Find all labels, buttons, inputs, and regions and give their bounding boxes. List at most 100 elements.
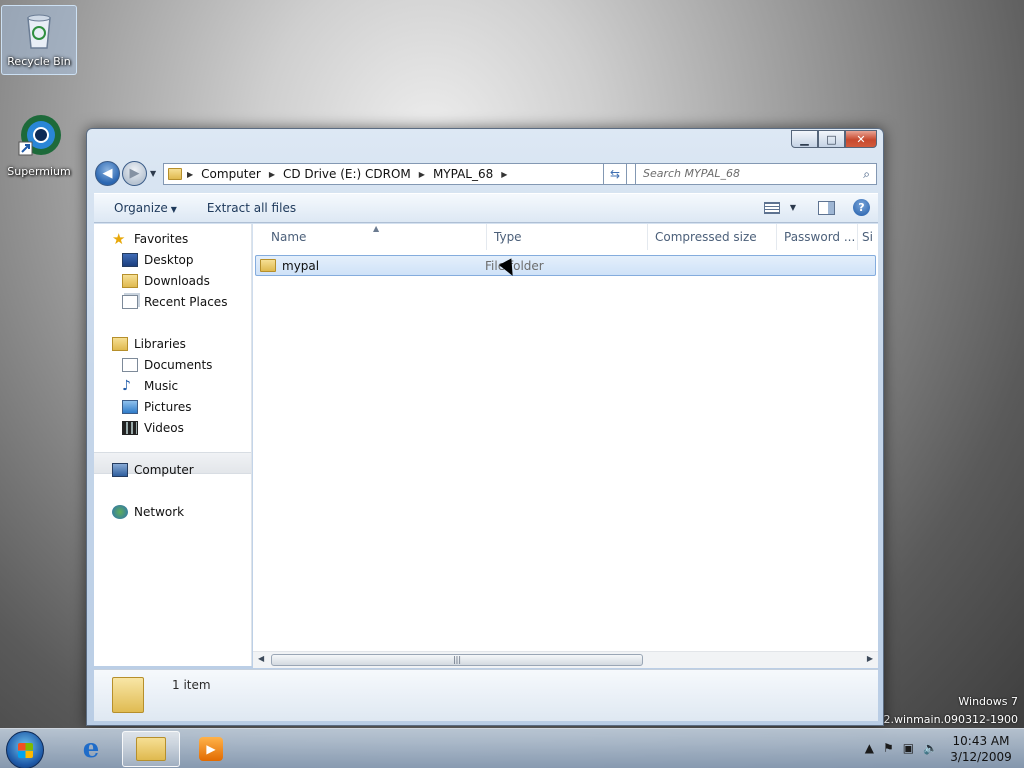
supermium-browser-icon	[18, 115, 61, 156]
action-center-flag-icon[interactable]: ⚑	[883, 741, 894, 755]
nav-network[interactable]: Network	[112, 505, 184, 519]
desktop-icon	[122, 253, 138, 267]
recycle-bin-icon	[27, 14, 51, 49]
nav-label: Downloads	[144, 274, 210, 288]
windows-logo-icon	[18, 743, 33, 758]
maximize-button[interactable]: □	[818, 130, 845, 148]
downloads-icon	[122, 274, 138, 288]
scroll-left-icon[interactable]: ◀	[258, 654, 264, 663]
breadcrumb-cd-drive[interactable]: CD Drive (E:) CDROM ▶	[283, 167, 433, 181]
nav-label: Music	[144, 379, 179, 393]
organize-button[interactable]: Organize ▼	[106, 201, 185, 215]
address-folder-icon	[168, 168, 182, 180]
close-button[interactable]: ✕	[845, 130, 877, 148]
command-bar-right: ▼ ?	[763, 199, 870, 216]
nav-downloads[interactable]: Downloads	[122, 274, 210, 288]
column-label: Compressed size	[655, 230, 757, 244]
start-button[interactable]	[6, 731, 44, 768]
taskbar-clock[interactable]: 10:43 AM 3/12/2009	[942, 733, 1020, 765]
media-player-icon: ▶	[199, 737, 223, 761]
back-arrow-icon: ◀	[102, 166, 113, 181]
extract-all-files-button[interactable]: Extract all files	[199, 201, 304, 215]
column-header-type[interactable]: Type	[488, 224, 648, 250]
extract-label: Extract all files	[206, 201, 297, 215]
file-row-mypal[interactable]: mypal File folder	[255, 255, 876, 276]
nav-videos[interactable]: Videos	[122, 421, 184, 435]
horizontal-scrollbar[interactable]: ◀ ||| ▶	[253, 651, 878, 668]
file-list: Name ▲ Type Compressed size Password ...…	[253, 224, 878, 666]
nav-computer[interactable]: Computer	[112, 463, 194, 477]
nav-label: Recent Places	[144, 295, 228, 309]
column-header-compressed-size[interactable]: Compressed size	[649, 224, 777, 250]
search-icon[interactable]: ⌕	[863, 167, 870, 182]
nav-recent-places[interactable]: Recent Places	[122, 295, 227, 309]
chevron-right-icon[interactable]: ▶	[501, 170, 507, 179]
refresh-icon: ⇆	[609, 167, 621, 181]
windows-watermark-title: Windows 7	[958, 695, 1018, 708]
breadcrumb-label: CD Drive (E:) CDROM	[282, 167, 411, 181]
recent-places-icon	[122, 295, 138, 309]
nav-music[interactable]: ♪ Music	[122, 379, 178, 393]
breadcrumb-computer[interactable]: Computer ▶	[201, 167, 283, 181]
scrollbar-thumb[interactable]: |||	[271, 654, 643, 666]
nav-label: Libraries	[134, 337, 186, 351]
nav-pictures[interactable]: Pictures	[122, 400, 192, 414]
nav-libraries[interactable]: Libraries	[112, 337, 186, 351]
forward-button[interactable]: ▶	[122, 161, 147, 186]
refresh-button[interactable]: ⇆	[603, 163, 627, 185]
windows-watermark-build: 062.winmain.090312-1900	[869, 713, 1018, 726]
taskbar-windows-explorer[interactable]	[122, 731, 180, 767]
nav-desktop[interactable]: Desktop	[122, 253, 194, 267]
scroll-right-icon[interactable]: ▶	[867, 654, 873, 663]
documents-icon	[122, 358, 138, 372]
breadcrumb-label: MYPAL_68	[432, 167, 494, 181]
music-icon: ♪	[122, 378, 131, 394]
clock-time: 10:43 AM	[952, 734, 1010, 748]
column-label: Type	[494, 230, 522, 244]
view-options-dropdown-icon[interactable]: ▼	[790, 203, 796, 212]
column-header-size[interactable]: Si	[859, 224, 878, 250]
column-label: Password ...	[784, 230, 856, 244]
show-hidden-icons-icon[interactable]: ▲	[865, 741, 874, 755]
minimize-button[interactable]: ▁	[791, 130, 818, 148]
desktop-icon-supermium[interactable]: Supermium	[1, 112, 77, 178]
change-view-icon[interactable]	[763, 201, 780, 214]
address-bar[interactable]: ▶ Computer ▶ CD Drive (E:) CDROM ▶ MYPAL_6…	[163, 163, 675, 185]
nav-favorites[interactable]: ★ Favorites	[112, 230, 189, 248]
help-icon[interactable]: ?	[853, 199, 870, 216]
scrollbar-grip-icon: |||	[452, 655, 462, 664]
network-tray-icon[interactable]: ▣	[903, 741, 914, 755]
chevron-right-icon[interactable]: ▶	[269, 170, 275, 179]
nav-label: Favorites	[134, 232, 189, 246]
preview-pane-icon[interactable]	[818, 200, 835, 215]
taskbar-internet-explorer[interactable]: e	[62, 731, 120, 767]
nav-label: Documents	[144, 358, 213, 372]
nav-documents[interactable]: Documents	[122, 358, 212, 372]
column-header-password[interactable]: Password ...	[778, 224, 858, 250]
taskbar-media-player[interactable]: ▶	[182, 731, 240, 767]
organize-label: Organize	[114, 201, 168, 215]
nav-label: Videos	[144, 421, 184, 435]
command-bar: Organize ▼ Extract all files ▼ ?	[94, 193, 878, 223]
search-placeholder: Search MYPAL_68	[643, 167, 740, 180]
column-header-name[interactable]: Name ▲	[265, 224, 487, 250]
chevron-right-icon: ▶	[187, 169, 194, 179]
star-icon: ★	[112, 230, 126, 248]
column-label: Name	[271, 230, 307, 244]
file-name: mypal	[282, 258, 320, 273]
back-button[interactable]: ◀	[95, 161, 120, 186]
recent-pages-dropdown-icon[interactable]: ▼	[150, 169, 156, 178]
navigation-buttons: ◀ ▶ ▼	[95, 161, 156, 186]
breadcrumb-label: Computer	[201, 167, 261, 181]
breadcrumb-start-arrow[interactable]: ▶	[187, 170, 201, 179]
chevron-right-icon[interactable]: ▶	[419, 170, 425, 179]
pictures-icon	[122, 400, 138, 414]
desktop-icon-recycle-bin[interactable]: Recycle Bin	[1, 5, 77, 75]
search-input[interactable]: Search MYPAL_68 ⌕	[635, 163, 877, 185]
network-icon	[112, 505, 128, 519]
volume-muted-icon[interactable]: 🔈	[923, 741, 938, 755]
details-pane: 1 item	[94, 669, 878, 721]
nav-label: Network	[134, 505, 185, 519]
breadcrumb-mypal[interactable]: MYPAL_68 ▶	[433, 167, 515, 181]
recycle-bin-label: Recycle Bin	[7, 55, 71, 68]
